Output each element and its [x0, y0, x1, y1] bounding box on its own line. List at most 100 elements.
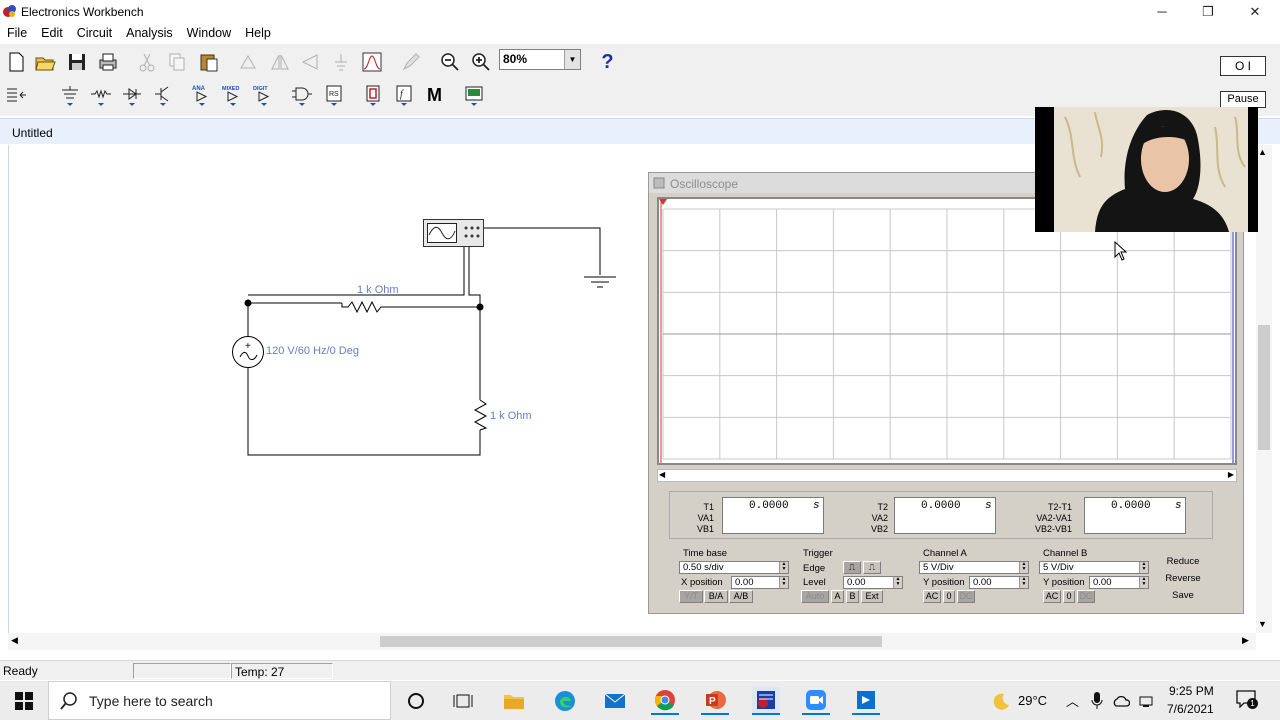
channel-b-scale-input[interactable]: 5 V/Div ▲ ▼ — [1039, 561, 1149, 574]
channel-a-scale-input[interactable]: 5 V/Div ▲ ▼ — [919, 561, 1029, 574]
new-file-button[interactable] — [2, 49, 29, 75]
edge-taskbar-button[interactable] — [551, 687, 579, 715]
screen-scrollbar[interactable]: ◀ ▶ — [657, 469, 1237, 482]
vertical-scrollbar[interactable]: ▲ ▼ — [1256, 145, 1272, 633]
horizontal-scroll-thumb[interactable] — [380, 636, 882, 647]
mixed-ics-bin-button[interactable]: MIXED — [219, 82, 246, 108]
zoom-select[interactable]: 80% ▼ — [499, 49, 581, 70]
channel-a-zero-button[interactable]: 0 — [943, 590, 955, 603]
help-button[interactable]: ? — [594, 49, 621, 75]
cut-button[interactable] — [133, 49, 160, 75]
maximize-button[interactable]: ❐ — [1185, 0, 1231, 23]
channel-b-ypos-input[interactable]: 0.00 ▲ ▼ — [1089, 576, 1149, 589]
menu-window[interactable]: Window — [180, 23, 238, 43]
horizontal-scrollbar[interactable]: ◀ ▶ — [8, 633, 1256, 650]
spin-arrows-icon[interactable]: ▲ ▼ — [1019, 562, 1028, 573]
open-button[interactable] — [31, 49, 58, 75]
spin-arrows-icon[interactable]: ▲ ▼ — [1019, 577, 1028, 588]
ab-mode-button[interactable]: A/B — [729, 590, 753, 603]
network-icon[interactable] — [1138, 694, 1154, 708]
menu-circuit[interactable]: Circuit — [70, 23, 119, 43]
rising-edge-button[interactable]: ⎍ — [843, 561, 861, 574]
flip-horizontal-button[interactable] — [266, 49, 293, 75]
vertical-scroll-thumb[interactable] — [1258, 325, 1270, 450]
menu-help[interactable]: Help — [238, 23, 278, 43]
workbench-taskbar-button[interactable] — [752, 687, 780, 715]
scroll-left-icon[interactable]: ◀ — [659, 470, 665, 479]
falling-edge-button[interactable]: ⎍ — [863, 561, 881, 574]
spin-arrows-icon[interactable]: ▲ ▼ — [779, 562, 788, 573]
zoom-in-button[interactable] — [467, 49, 494, 75]
indicators-bin-button[interactable] — [359, 82, 386, 108]
task-view-button[interactable] — [449, 687, 477, 715]
trigger-auto-button[interactable]: Auto — [801, 590, 829, 603]
favorites-bin-button[interactable] — [2, 82, 30, 108]
scroll-down-icon[interactable]: ▼ — [1258, 619, 1267, 629]
scroll-right-icon[interactable]: ▶ — [1242, 635, 1249, 646]
scroll-left-icon[interactable]: ◀ — [11, 635, 18, 646]
channel-a-ac-button[interactable]: AC — [923, 590, 941, 603]
reverse-button[interactable]: Reverse — [1157, 572, 1209, 587]
instruments-bin-button[interactable] — [460, 82, 487, 108]
digital-ics-bin-button[interactable]: DIGIT — [250, 82, 277, 108]
start-button[interactable] — [10, 687, 38, 715]
ac-source-component[interactable]: + — [232, 336, 264, 368]
copy-button[interactable] — [163, 49, 190, 75]
spin-arrows-icon[interactable]: ▲ ▼ — [893, 577, 902, 588]
channel-a-ypos-input[interactable]: 0.00 ▲ ▼ — [969, 576, 1029, 589]
channel-a-dc-button[interactable]: DC — [957, 590, 975, 603]
save-button[interactable] — [63, 49, 90, 75]
diodes-bin-button[interactable] — [118, 82, 145, 108]
close-button[interactable]: ✕ — [1232, 0, 1278, 23]
print-button[interactable] — [94, 49, 121, 75]
scroll-up-icon[interactable]: ▲ — [1258, 147, 1267, 157]
tray-overflow-icon[interactable]: ︿ — [1066, 691, 1079, 710]
trigger-a-button[interactable]: A — [831, 590, 844, 603]
channel-b-dc-button[interactable]: DC — [1077, 590, 1095, 603]
timebase-input[interactable]: 0.50 s/div ▲ ▼ — [679, 561, 789, 574]
remote-taskbar-button[interactable] — [852, 687, 880, 715]
taskbar-search-box[interactable]: Type here to search — [48, 681, 391, 720]
zoom-out-button[interactable] — [436, 49, 463, 75]
spin-arrows-icon[interactable]: ▲ ▼ — [1139, 562, 1148, 573]
menu-file[interactable]: File — [0, 23, 34, 43]
level-input[interactable]: 0.00 ▲ ▼ — [843, 576, 903, 589]
file-explorer-taskbar-button[interactable] — [500, 687, 528, 715]
basic-bin-button[interactable] — [87, 82, 114, 108]
sources-bin-button[interactable] — [56, 82, 83, 108]
power-switch[interactable]: O I — [1220, 56, 1266, 76]
trigger-ext-button[interactable]: Ext — [861, 590, 883, 603]
menu-edit[interactable]: Edit — [34, 23, 70, 43]
digital-bin-button[interactable]: RS — [320, 82, 347, 108]
powerpoint-taskbar-button[interactable]: P — [701, 687, 729, 715]
spin-arrows-icon[interactable]: ▲ ▼ — [779, 577, 788, 588]
ba-mode-button[interactable]: B/A — [704, 590, 728, 603]
yt-mode-button[interactable]: Y/T — [679, 590, 703, 603]
subcircuit-button[interactable] — [327, 49, 354, 75]
controls-bin-button[interactable]: f — [390, 82, 417, 108]
menu-analysis[interactable]: Analysis — [119, 23, 180, 43]
oscilloscope-window[interactable]: Oscilloscope ◀ ▶ T1 VA1 VB1 0.0000 s T2 VA2… — [648, 172, 1244, 614]
channel-b-ac-button[interactable]: AC — [1043, 590, 1061, 603]
transistors-bin-button[interactable] — [149, 82, 176, 108]
clock-time[interactable]: 9:25 PM — [1169, 684, 1214, 698]
graphs-button[interactable] — [358, 49, 385, 75]
pause-button[interactable]: Pause — [1220, 91, 1266, 108]
mail-taskbar-button[interactable] — [601, 687, 629, 715]
miscellaneous-bin-button[interactable]: M — [421, 82, 448, 108]
trigger-b-button[interactable]: B — [846, 590, 859, 603]
xpos-input[interactable]: 0.00 ▲ ▼ — [731, 576, 789, 589]
notification-center-button[interactable]: 1 — [1236, 690, 1258, 710]
clock-date[interactable]: 7/6/2021 — [1167, 702, 1214, 716]
oscilloscope-component[interactable] — [423, 219, 484, 247]
reduce-button[interactable]: Reduce — [1157, 555, 1209, 570]
spin-arrows-icon[interactable]: ▲ ▼ — [1139, 577, 1148, 588]
channel-b-zero-button[interactable]: 0 — [1063, 590, 1075, 603]
save-scope-button[interactable]: Save — [1157, 589, 1209, 604]
logic-gates-bin-button[interactable] — [288, 82, 315, 108]
microphone-icon[interactable] — [1091, 692, 1103, 710]
analog-ics-bin-button[interactable]: ANA — [188, 82, 215, 108]
zoom-taskbar-button[interactable] — [802, 687, 830, 715]
paste-button[interactable] — [195, 49, 222, 75]
component-properties-button[interactable] — [397, 49, 424, 75]
